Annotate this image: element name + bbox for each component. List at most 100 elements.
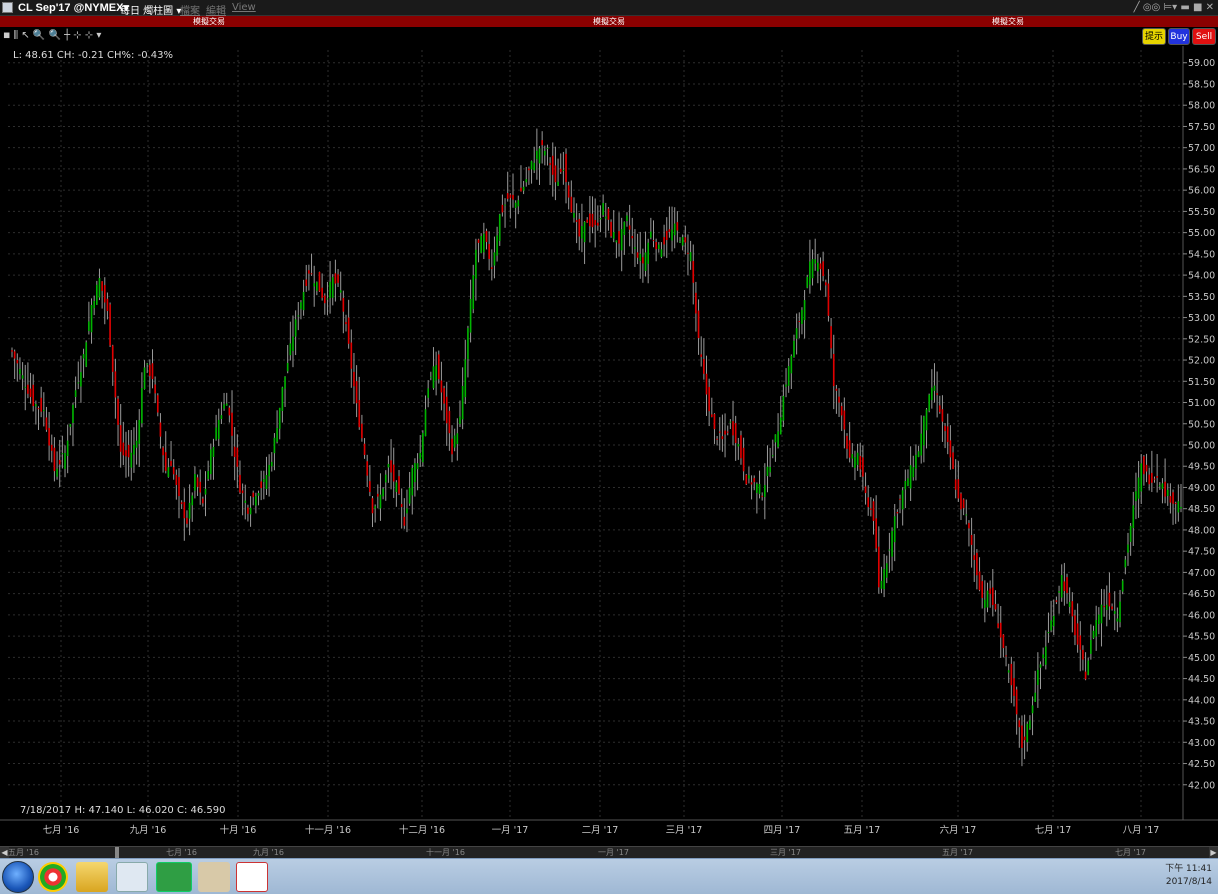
- candle-up: [483, 233, 485, 253]
- candle-up: [923, 416, 925, 446]
- candle-down: [840, 406, 843, 416]
- scroll-label: 九月 '16: [253, 848, 284, 857]
- candle-up: [395, 482, 398, 492]
- candle-up: [255, 496, 257, 506]
- candle-up: [281, 387, 284, 411]
- candle-down: [938, 405, 941, 413]
- candle-up: [263, 479, 265, 483]
- candle-down: [451, 438, 453, 455]
- chrome-icon[interactable]: [38, 862, 68, 892]
- menu-edit[interactable]: 編輯: [206, 2, 226, 17]
- candle-up: [602, 203, 604, 216]
- folder-icon[interactable]: [76, 862, 108, 892]
- candle-up: [74, 390, 77, 398]
- candle-up: [90, 304, 93, 333]
- candle-down: [347, 317, 350, 344]
- candle-down: [1079, 635, 1082, 650]
- candle-down: [1169, 496, 1172, 503]
- scroll-label: 五月 '17: [942, 848, 973, 857]
- candle-up: [1052, 615, 1055, 627]
- candle-down: [822, 261, 824, 276]
- candle-down: [846, 435, 848, 449]
- candle-down: [1055, 600, 1058, 602]
- buy-button[interactable]: Buy: [1168, 28, 1190, 45]
- clock[interactable]: 下午 11:41 2017/8/14: [1165, 863, 1212, 889]
- price-chart[interactable]: 59.00 58.50 58.00 57.50 57.00 56.50 56.00 55.50…: [0, 46, 1218, 846]
- candle-down: [366, 461, 369, 476]
- red-app-icon[interactable]: [236, 862, 268, 892]
- scroll-label: 七月 '17: [1115, 848, 1146, 857]
- drawing-tools[interactable]: ◾ ⫼ ↖ 🔍 🔍 ┼ ⊹ ⊹ ▾: [3, 30, 101, 41]
- candle-up: [909, 465, 912, 489]
- candle-up: [1100, 604, 1103, 624]
- candle-down: [363, 443, 366, 455]
- candle-up: [814, 259, 817, 264]
- candle-up: [644, 252, 647, 271]
- candle-down: [1084, 671, 1087, 680]
- candle-up: [316, 281, 318, 291]
- candle-up: [1137, 477, 1140, 499]
- candle-down: [589, 213, 591, 227]
- candle-up: [61, 453, 64, 455]
- menu-file[interactable]: 檔案: [180, 2, 200, 17]
- candle-up: [472, 275, 475, 310]
- candle-down: [403, 516, 406, 526]
- candle-up: [801, 309, 803, 324]
- chart-type-selector[interactable]: 每日 燭柱圖 ▾: [120, 2, 181, 17]
- candle-up: [284, 376, 286, 389]
- candle-down: [946, 426, 949, 443]
- candle-down: [241, 490, 244, 494]
- x-tick-label: 二月 '17: [582, 825, 619, 836]
- candle-down: [798, 321, 801, 323]
- candle-down: [231, 412, 233, 436]
- candle-down: [708, 386, 710, 412]
- candle-down: [824, 282, 827, 286]
- candle-up: [851, 454, 854, 459]
- lion-app-icon[interactable]: [198, 862, 230, 892]
- time-scrollbar[interactable]: ◀ 五月 '16 七月 '16 九月 '16 十一月 '16 一月 '17 三月…: [0, 846, 1218, 858]
- candle-up: [785, 384, 787, 387]
- candle-up: [803, 300, 806, 321]
- menu-view[interactable]: View: [232, 2, 256, 13]
- candle-down: [1018, 720, 1021, 728]
- candle-down: [575, 220, 578, 222]
- candle-up: [854, 457, 856, 468]
- y-tick-label: 42.50: [1188, 759, 1215, 770]
- start-button-icon[interactable]: [2, 861, 34, 893]
- app-window-icon[interactable]: [116, 862, 148, 892]
- candle-up: [634, 247, 636, 249]
- candle-down: [103, 285, 106, 303]
- candle-down: [1021, 725, 1023, 748]
- candle-up: [276, 427, 278, 442]
- candle-up: [1058, 591, 1060, 593]
- candle-down: [443, 388, 445, 404]
- clock-date: 2017/8/14: [1165, 877, 1212, 887]
- candle-up: [430, 376, 432, 378]
- candle-down: [978, 571, 981, 591]
- candle-down: [695, 292, 697, 314]
- y-tick-label: 50.50: [1188, 419, 1215, 430]
- candle-down: [718, 431, 721, 433]
- candle-up: [1127, 544, 1129, 553]
- candle-up: [422, 433, 424, 463]
- candle-down: [570, 196, 573, 213]
- candle-up: [885, 563, 888, 578]
- sell-button[interactable]: Sell: [1192, 28, 1216, 45]
- candle-up: [893, 516, 896, 543]
- symbol-selector[interactable]: CL Sep'17 @NYMEX▾: [18, 1, 129, 14]
- candlestick-chart[interactable]: 59.00 58.50 58.00 57.50 57.00 56.50 56.00 55.50…: [0, 46, 1218, 846]
- scroll-right-icon[interactable]: ▶: [1209, 847, 1218, 858]
- candle-up: [891, 530, 893, 557]
- hint-button[interactable]: 提示: [1142, 28, 1166, 45]
- y-tick-label: 58.00: [1188, 101, 1215, 112]
- candle-up: [984, 599, 986, 608]
- candle-down: [509, 194, 512, 198]
- trading-app-icon[interactable]: [156, 862, 192, 892]
- candle-up: [408, 487, 411, 504]
- candle-down: [721, 436, 724, 440]
- y-tick-label: 55.50: [1188, 207, 1215, 218]
- sim-trading-label: 模擬交易: [992, 17, 1024, 26]
- scroll-thumb[interactable]: [115, 847, 119, 858]
- window-controls[interactable]: ╱ ◎◎ ⊨▾ ▬ ■ ✕: [1134, 2, 1214, 13]
- candle-up: [1037, 669, 1039, 685]
